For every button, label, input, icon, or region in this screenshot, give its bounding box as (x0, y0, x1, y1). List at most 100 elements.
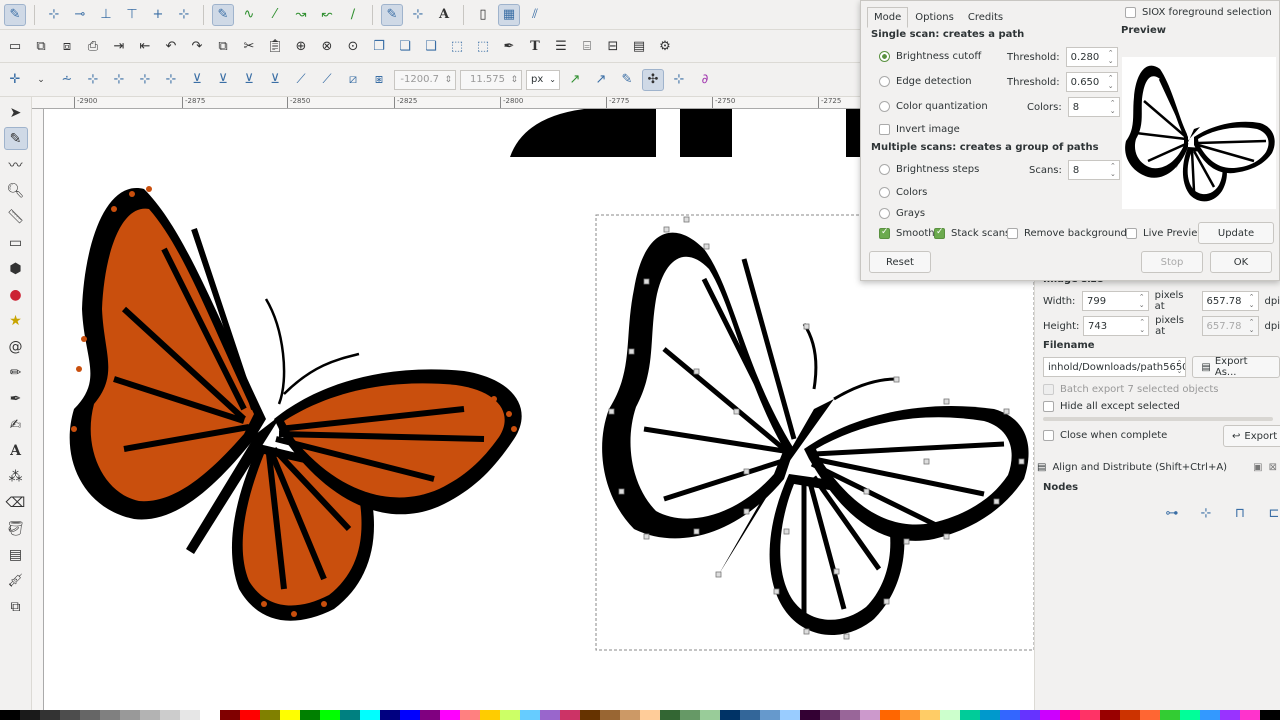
node-select-all-icon[interactable]: ⊹ (82, 69, 104, 91)
align-nodes-icon[interactable]: ⩪ (56, 69, 78, 91)
palette-swatch[interactable] (380, 710, 400, 720)
grid-icon[interactable]: ▦ (498, 3, 520, 26)
brightness-steps-radio[interactable] (879, 164, 890, 175)
palette-swatch[interactable] (1160, 710, 1180, 720)
color-quantization-radio[interactable] (879, 101, 890, 112)
tab-mode[interactable]: Mode (867, 7, 909, 28)
palette-swatch[interactable] (1020, 710, 1040, 720)
rectangle-tool-icon[interactable]: ▭ (4, 231, 28, 254)
pencil-tool-icon[interactable]: ✏ (4, 361, 28, 384)
remove-background-checkbox[interactable] (1007, 228, 1018, 239)
palette-swatch[interactable] (1080, 710, 1100, 720)
threshold-1-input[interactable]: 0.280 (1065, 47, 1118, 67)
height-input[interactable]: 743 (1083, 316, 1150, 336)
3d-box-tool-icon[interactable]: ⬢ (4, 257, 28, 280)
color-palette[interactable] (0, 710, 1280, 720)
make-symmetric-icon[interactable]: ⁄ (264, 4, 286, 26)
dropper-tool-icon[interactable]: 💉︎ (4, 569, 28, 592)
pen-tool-icon[interactable]: ✒ (4, 387, 28, 410)
palette-swatch[interactable] (960, 710, 980, 720)
fill-stroke-icon[interactable]: ✒ (498, 35, 520, 57)
node-path-d-icon[interactable]: ⊻ (264, 69, 286, 91)
tweak-tool-icon[interactable]: 〰 (4, 153, 28, 176)
tab-credits[interactable]: Credits (961, 7, 1010, 28)
palette-swatch[interactable] (1180, 710, 1200, 720)
ok-button[interactable]: OK (1210, 251, 1272, 273)
live-preview-checkbox[interactable] (1126, 228, 1137, 239)
open-icon[interactable]: ⧉ (30, 35, 52, 57)
palette-swatch[interactable] (880, 710, 900, 720)
import-icon[interactable]: ⇥ (108, 35, 130, 57)
y-coordinate-field[interactable]: 11.575 (460, 69, 522, 90)
show-transform-handles-icon[interactable]: ✛ (4, 69, 26, 91)
ungroup-icon[interactable]: ⬚ (472, 35, 494, 57)
palette-swatch[interactable] (160, 710, 180, 720)
palette-swatch[interactable] (860, 710, 880, 720)
make-cusp-icon[interactable]: ✎ (212, 3, 234, 26)
copy-icon[interactable]: ⧉ (212, 35, 234, 57)
break-path-icon[interactable]: ⊤ (121, 4, 143, 26)
node-distribute-h-icon[interactable]: ⊹ (134, 69, 156, 91)
save-icon[interactable]: ⧈ (56, 35, 78, 57)
node-line-b-icon[interactable]: ⟋ (316, 69, 338, 91)
close-when-complete-checkbox[interactable] (1043, 430, 1054, 441)
spray-tool-icon[interactable]: ⁂ (4, 465, 28, 488)
palette-swatch[interactable] (340, 710, 360, 720)
add-node-icon[interactable]: ⊹ (43, 4, 65, 26)
palette-swatch[interactable] (240, 710, 260, 720)
palette-swatch[interactable] (520, 710, 540, 720)
zoom-drawing-icon[interactable]: ⊗ (316, 35, 338, 57)
show-mask-icon[interactable]: ↗ (590, 69, 612, 91)
palette-swatch[interactable] (140, 710, 160, 720)
page-icon[interactable]: ▯ (472, 4, 494, 26)
eraser-tool-icon[interactable]: ⌫ (4, 491, 28, 514)
palette-swatch[interactable] (700, 710, 720, 720)
palette-swatch[interactable] (920, 710, 940, 720)
palette-swatch[interactable] (280, 710, 300, 720)
batch-export-checkbox[interactable] (1043, 384, 1054, 395)
palette-swatch[interactable] (360, 710, 380, 720)
lpe-icon[interactable]: ⊹ (668, 69, 690, 91)
segment-line-icon[interactable]: ↜ (316, 4, 338, 26)
node-line-d-icon[interactable]: ⧆ (368, 69, 390, 91)
export-button[interactable]: ↩ Export (1223, 425, 1280, 447)
palette-swatch[interactable] (320, 710, 340, 720)
duplicate-icon[interactable]: ❐ (368, 35, 390, 57)
distribute-nodes-vertical-icon[interactable]: ⊏ (1263, 502, 1280, 524)
dpi-input[interactable]: 657.78 (1201, 291, 1259, 311)
document-properties-icon[interactable]: ▤ (628, 35, 650, 57)
hide-all-except-checkbox[interactable] (1043, 401, 1054, 412)
node-tool-icon[interactable]: ✎ (3, 127, 28, 150)
redo-icon[interactable]: ↷ (186, 35, 208, 57)
edge-detection-radio[interactable] (879, 76, 890, 87)
palette-swatch[interactable] (1000, 710, 1020, 720)
connector-tool-icon[interactable]: ⧉ (4, 595, 28, 618)
node-distribute-v-icon[interactable]: ⊹ (160, 69, 182, 91)
node-select-inverse-icon[interactable]: ⊹ (108, 69, 130, 91)
palette-swatch[interactable] (20, 710, 40, 720)
node-line-a-icon[interactable]: ⟋ (290, 69, 312, 91)
text-icon[interactable]: A (433, 4, 455, 26)
show-handles-icon[interactable]: ✣ (642, 68, 664, 91)
palette-swatch[interactable] (980, 710, 1000, 720)
spiral-tool-icon[interactable]: @ (4, 335, 28, 358)
palette-swatch[interactable] (400, 710, 420, 720)
palette-swatch[interactable] (1040, 710, 1060, 720)
clone-icon[interactable]: ❏ (394, 35, 416, 57)
new-document-icon[interactable]: ▭ (4, 35, 26, 57)
panel-options-icon[interactable]: ▣ (1253, 462, 1262, 473)
palette-swatch[interactable] (60, 710, 80, 720)
node-line-c-icon[interactable]: ⧄ (342, 69, 364, 91)
node-path-a-icon[interactable]: ⊻ (186, 69, 208, 91)
palette-swatch[interactable] (760, 710, 780, 720)
palette-swatch[interactable] (500, 710, 520, 720)
palette-swatch[interactable] (1140, 710, 1160, 720)
palette-swatch[interactable] (1060, 710, 1080, 720)
delete-node-icon[interactable]: ⊸ (69, 4, 91, 26)
preferences-icon[interactable]: ⚙ (654, 35, 676, 57)
paste-icon[interactable]: 📋︎ (264, 35, 286, 57)
palette-swatch[interactable] (720, 710, 740, 720)
x-coordinate-field[interactable]: -1200.7 (394, 69, 456, 90)
palette-swatch[interactable] (600, 710, 620, 720)
palette-swatch[interactable] (200, 710, 220, 720)
